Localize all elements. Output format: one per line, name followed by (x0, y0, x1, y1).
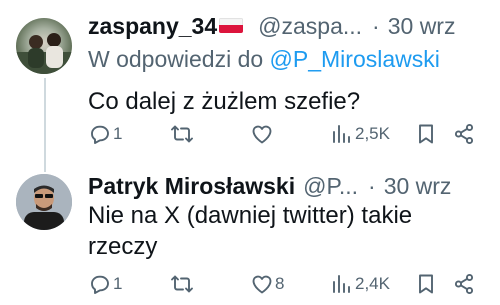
tweet-date[interactable]: 30 wrz (384, 173, 452, 200)
bookmark-button[interactable] (414, 268, 438, 300)
reply-context: W odpowiedzi do @P_Miroslawski (88, 46, 440, 73)
author-handle[interactable]: @zaspa... (258, 13, 362, 40)
reply-button[interactable]: 1 (88, 268, 122, 300)
reply-count: 1 (113, 274, 123, 293)
retweet-icon (171, 275, 193, 293)
tweet[interactable]: Patryk Mirosławski @P... · 30 wrz Nie na… (0, 166, 500, 305)
like-count: 8 (275, 274, 285, 293)
like-icon (252, 275, 272, 294)
reply-count: 1 (113, 124, 123, 143)
separator-dot: · (368, 172, 376, 199)
avatar[interactable] (16, 174, 72, 230)
avatar[interactable] (16, 18, 72, 74)
tweet-text: Nie na X (dawniej twitter) takie rzeczy (88, 202, 413, 260)
tweet-header: Patryk Mirosławski @P... · 30 wrz (88, 170, 451, 202)
action-bar: 1 8 2,4K (84, 268, 486, 300)
views-button[interactable]: 2,4K (330, 268, 390, 300)
share-icon (454, 273, 474, 295)
share-button[interactable] (452, 118, 476, 150)
separator-dot: · (372, 12, 380, 39)
avatar-photo (16, 33, 72, 74)
share-icon (454, 123, 474, 145)
views-button[interactable]: 2,5K (330, 118, 390, 150)
like-icon (252, 125, 272, 144)
author-name[interactable]: zaspany_34 (88, 13, 217, 40)
tweet[interactable]: zaspany_34 @zaspa... · 30 wrz W odpowied… (0, 0, 500, 172)
avatar-photo (16, 174, 72, 230)
bookmark-icon (419, 274, 433, 294)
retweet-button[interactable] (170, 118, 195, 150)
views-icon (333, 275, 350, 293)
tweet-text: Co dalej z żużlem szefie? (88, 88, 361, 115)
bookmark-button[interactable] (414, 118, 438, 150)
like-button[interactable] (250, 118, 275, 150)
reply-button[interactable]: 1 (88, 118, 122, 150)
author-handle[interactable]: @P... (303, 173, 358, 200)
poland-flag-icon (219, 17, 244, 33)
like-button[interactable]: 8 (250, 268, 284, 300)
reply-icon (91, 125, 109, 144)
views-count: 2,4K (355, 274, 390, 293)
retweet-icon (171, 125, 193, 143)
action-bar: 1 2,5K (84, 118, 486, 150)
reply-prefix: W odpowiedzi do (88, 46, 264, 72)
thread-connector-line (44, 78, 46, 172)
tweet-header: zaspany_34 @zaspa... · 30 wrz (88, 10, 455, 42)
views-count: 2,5K (355, 124, 390, 143)
tweet-date[interactable]: 30 wrz (388, 13, 456, 40)
reply-mention-link[interactable]: @P_Miroslawski (270, 46, 440, 72)
views-icon (333, 125, 350, 143)
author-name[interactable]: Patryk Mirosławski (88, 173, 295, 200)
share-button[interactable] (452, 268, 476, 300)
retweet-button[interactable] (170, 268, 195, 300)
bookmark-icon (419, 124, 433, 144)
reply-icon (91, 275, 109, 294)
